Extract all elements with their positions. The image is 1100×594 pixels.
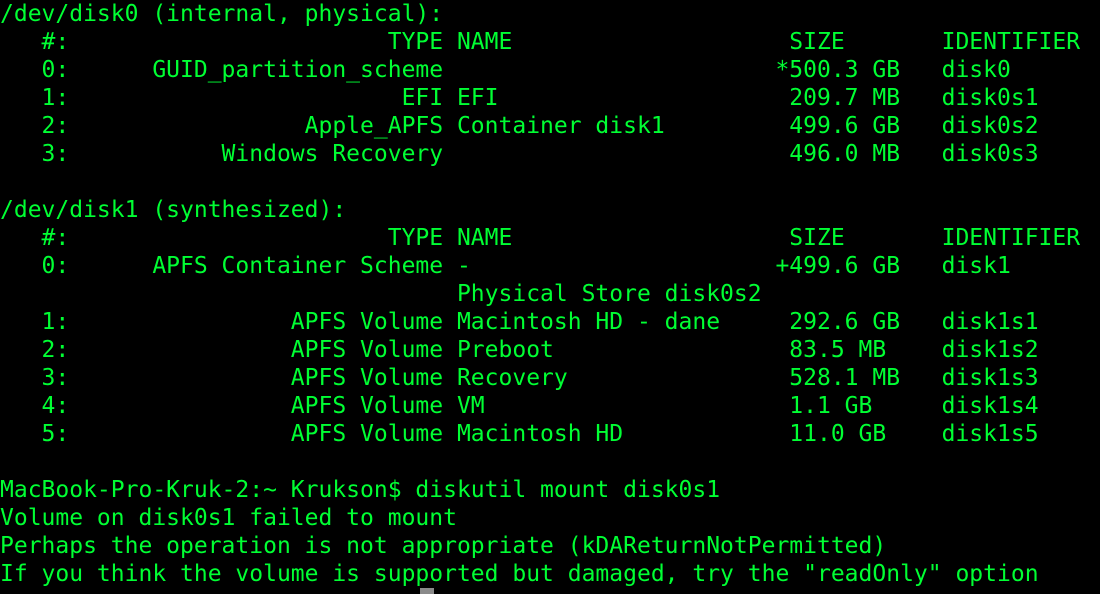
disk0-row-0: 0: GUID_partition_scheme *500.3 GB disk0 — [0, 57, 1011, 83]
disk1-row-0: 0: APFS Container Scheme - +499.6 GB dis… — [0, 253, 1011, 279]
prompt-command-line: MacBook-Pro-Kruk-2:~ Krukson$ diskutil m… — [0, 477, 721, 503]
disk0-row-1: 1: EFI EFI 209.7 MB disk0s1 — [0, 85, 1039, 111]
disk1-column-header: #: TYPE NAME SIZE IDENTIFIER — [0, 225, 1081, 251]
terminal-window[interactable]: /dev/disk0 (internal, physical): #: TYPE… — [0, 0, 1100, 594]
disk1-header: /dev/disk1 (synthesized): — [0, 197, 347, 223]
disk0-row-3: 3: Windows Recovery 496.0 MB disk0s3 — [0, 141, 1039, 167]
disk1-row-2: 2: APFS Volume Preboot 83.5 MB disk1s2 — [0, 337, 1039, 363]
disk0-column-header: #: TYPE NAME SIZE IDENTIFIER — [0, 29, 1081, 55]
disk1-row-0-continued: Physical Store disk0s2 — [0, 281, 762, 307]
text-cursor — [420, 588, 434, 594]
disk1-row-5: 5: APFS Volume Macintosh HD 11.0 GB disk… — [0, 421, 1039, 447]
disk1-row-1: 1: APFS Volume Macintosh HD - dane 292.6… — [0, 309, 1039, 335]
output-line: Volume on disk0s1 failed to mount — [0, 505, 457, 531]
disk0-row-2: 2: Apple_APFS Container disk1 499.6 GB d… — [0, 113, 1039, 139]
disk1-row-3: 3: APFS Volume Recovery 528.1 MB disk1s3 — [0, 365, 1039, 391]
disk0-header: /dev/disk0 (internal, physical): — [0, 1, 444, 27]
disk1-row-4: 4: APFS Volume VM 1.1 GB disk1s4 — [0, 393, 1039, 419]
output-line: Perhaps the operation is not appropriate… — [0, 533, 887, 559]
output-line: If you think the volume is supported but… — [0, 561, 1039, 587]
